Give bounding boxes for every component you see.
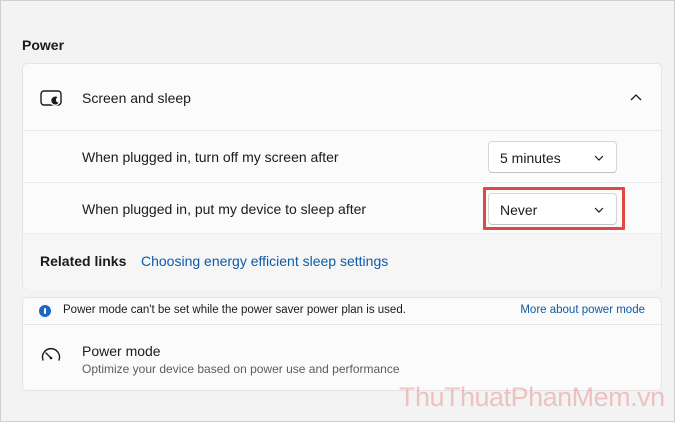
screen-sleep-card: Screen and sleep When plugged in, turn o… <box>22 63 662 290</box>
screen-off-setting-row: When plugged in, turn off my screen afte… <box>23 131 661 183</box>
screen-off-label: When plugged in, turn off my screen afte… <box>82 149 339 165</box>
related-links-label: Related links <box>40 253 127 269</box>
energy-sleep-settings-link[interactable]: Choosing energy efficient sleep settings <box>141 253 388 269</box>
power-mode-info-bar: Power mode can't be set while the power … <box>23 298 661 325</box>
power-mode-title: Power mode <box>82 343 161 359</box>
screen-off-dropdown[interactable]: 5 minutes <box>488 141 617 173</box>
section-title-power: Power <box>22 37 65 53</box>
power-mode-description: Optimize your device based on power use … <box>82 362 400 376</box>
chevron-down-icon <box>594 155 604 161</box>
more-about-power-mode-link[interactable]: More about power mode <box>520 304 645 316</box>
power-mode-info-text: Power mode can't be set while the power … <box>63 304 406 316</box>
screen-off-value: 5 minutes <box>500 150 561 166</box>
watermark-text: ThuThuatPhanMem.vn <box>399 382 665 412</box>
gauge-icon <box>41 347 61 361</box>
screen-sleep-header[interactable]: Screen and sleep <box>23 64 661 131</box>
chevron-down-icon <box>594 207 604 213</box>
related-links-row: Related links Choosing energy efficient … <box>23 234 661 290</box>
power-mode-card: Power mode can't be set while the power … <box>22 297 662 391</box>
screen-sleep-title: Screen and sleep <box>82 90 191 106</box>
monitor-sleep-icon <box>40 90 62 106</box>
info-icon <box>39 305 51 317</box>
sleep-setting-row: When plugged in, put my device to sleep … <box>23 183 661 234</box>
sleep-label: When plugged in, put my device to sleep … <box>82 201 367 217</box>
sleep-dropdown[interactable]: Never <box>488 193 617 225</box>
sleep-value: Never <box>500 202 538 218</box>
settings-window: Power Screen and sleep When plugged in, … <box>0 0 675 422</box>
chevron-up-icon[interactable] <box>629 91 643 103</box>
